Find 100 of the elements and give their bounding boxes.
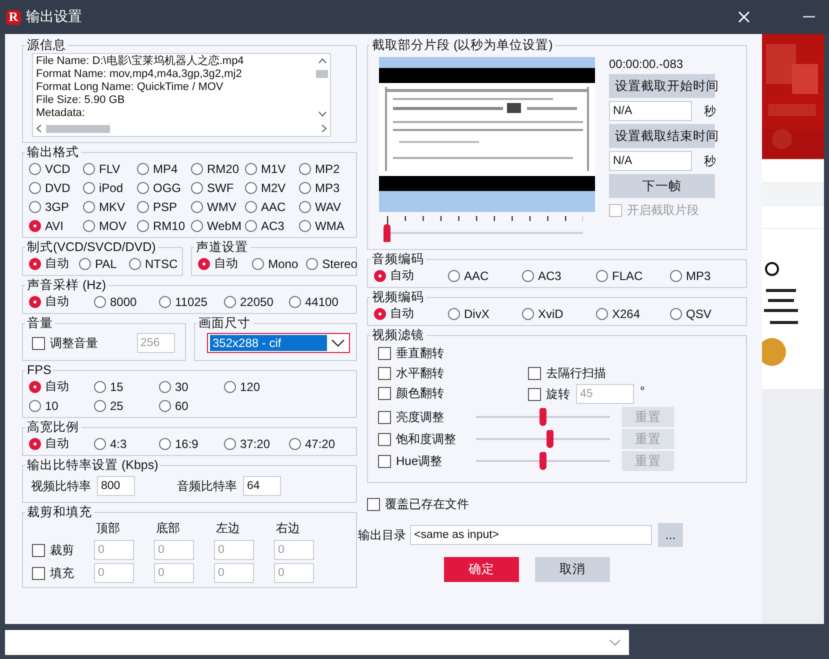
end-time-field[interactable]: N/A: [609, 151, 692, 171]
next-frame-button[interactable]: 下一帧: [609, 174, 715, 198]
scroll-thumb[interactable]: [316, 70, 328, 78]
radio-option[interactable]: RM10: [137, 217, 191, 234]
group-title: 裁剪和填充: [26, 505, 93, 519]
radio-option[interactable]: DVD: [29, 179, 83, 196]
info-line: Format Name: mov,mp4,m4a,3gp,3g2,mj2: [36, 68, 243, 81]
radio-option[interactable]: M2V: [245, 179, 299, 196]
radio-option[interactable]: OGG: [137, 179, 191, 196]
radio-option[interactable]: QSV: [670, 305, 744, 322]
radio-option[interactable]: 47:20: [289, 435, 354, 452]
radio-option[interactable]: WAV: [299, 198, 353, 215]
radio-option[interactable]: 自动: [374, 267, 448, 284]
dialog-button[interactable]: 确定: [444, 557, 519, 582]
radio-option[interactable]: 16:9: [159, 435, 224, 452]
radio-option[interactable]: 44100: [289, 293, 354, 310]
radio-option[interactable]: 自动: [29, 293, 94, 310]
scroll-right-icon[interactable]: [321, 124, 327, 133]
radio-option[interactable]: FLV: [83, 160, 137, 177]
radio-option[interactable]: 自动: [198, 255, 252, 272]
radio-option[interactable]: MP3: [670, 267, 744, 284]
checkbox-option[interactable]: 裁剪: [32, 541, 94, 559]
radio-option[interactable]: Mono: [252, 255, 306, 272]
radio-option[interactable]: 10: [29, 397, 94, 414]
radio-option[interactable]: MP2: [299, 160, 353, 177]
set-start-button[interactable]: 设置截取开始时间: [609, 74, 715, 98]
browse-button[interactable]: ...: [658, 523, 683, 547]
page-field[interactable]: [5, 630, 629, 655]
radio-option[interactable]: PSP: [137, 198, 191, 215]
checkbox-option[interactable]: 颜色翻转: [378, 384, 528, 402]
radio-option[interactable]: AAC: [245, 198, 299, 215]
radio-option[interactable]: MKV: [83, 198, 137, 215]
group-title: 声音采样 (Hz): [26, 278, 108, 292]
group-title: 音量: [26, 316, 54, 330]
video-bitrate-field[interactable]: 800: [97, 476, 135, 496]
radio-option[interactable]: AAC: [448, 267, 522, 284]
radio-option[interactable]: AC3: [522, 267, 596, 284]
radio-option[interactable]: Stereo: [306, 255, 360, 272]
radio-option[interactable]: 120: [224, 378, 289, 395]
column-header: 左边: [215, 520, 241, 537]
info-line: Metadata:: [36, 107, 86, 120]
radio-option[interactable]: AC3: [245, 217, 299, 234]
checkbox-option[interactable]: 填充: [32, 564, 94, 582]
radio-option[interactable]: 8000: [94, 293, 159, 310]
group-title: 音频编码: [371, 252, 425, 266]
minimize-icon[interactable]: [803, 16, 815, 18]
radio-option[interactable]: X264: [596, 305, 670, 322]
radio-option[interactable]: 11025: [159, 293, 224, 310]
radio-option[interactable]: M1V: [245, 160, 299, 177]
radio-option[interactable]: SWF: [191, 179, 245, 196]
radio-option[interactable]: MP3: [299, 179, 353, 196]
radio-option[interactable]: iPod: [83, 179, 137, 196]
radio-option[interactable]: DivX: [448, 305, 522, 322]
set-end-button[interactable]: 设置截取结束时间: [609, 124, 715, 148]
radio-option[interactable]: 30: [159, 378, 224, 395]
scroll-thumb[interactable]: [46, 124, 110, 132]
start-time-field[interactable]: N/A: [609, 101, 692, 121]
checkbox-option[interactable]: 旋转: [528, 385, 570, 403]
radio-option[interactable]: MP4: [137, 160, 191, 177]
radio-option[interactable]: XviD: [522, 305, 596, 322]
radio-option[interactable]: 25: [94, 397, 159, 414]
radio-option[interactable]: PAL: [79, 255, 129, 272]
scroll-up-icon[interactable]: [318, 58, 326, 64]
radio-option[interactable]: 15: [94, 378, 159, 395]
radio-option[interactable]: 自动: [29, 435, 94, 452]
checkbox-option[interactable]: 覆盖已存在文件: [367, 495, 747, 513]
radio-option[interactable]: 3GP: [29, 198, 83, 215]
output-directory-field[interactable]: <same as input>: [410, 525, 652, 545]
radio-option[interactable]: NTSC: [129, 255, 179, 272]
radio-option[interactable]: RM20: [191, 160, 245, 177]
dialog-button[interactable]: 取消: [535, 557, 610, 582]
radio-option[interactable]: 37:20: [224, 435, 289, 452]
audio-bitrate-field[interactable]: 64: [243, 476, 281, 496]
radio-option[interactable]: 自动: [374, 305, 448, 322]
radio-option[interactable]: 自动: [29, 378, 94, 395]
radio-option[interactable]: MOV: [83, 217, 137, 234]
info-line: File Size: 5.90 GB: [36, 94, 126, 107]
radio-option[interactable]: 60: [159, 397, 224, 414]
scroll-left-icon[interactable]: [36, 124, 42, 133]
radio-option[interactable]: WMV: [191, 198, 245, 215]
close-icon[interactable]: [738, 11, 750, 23]
checkbox-option[interactable]: 去隔行扫描: [528, 364, 678, 382]
radio-option[interactable]: VCD: [29, 160, 83, 177]
group-title: 截取部分片段 (以秒为单位设置): [371, 38, 554, 52]
slider-thumb[interactable]: [384, 224, 390, 242]
time-display: 00:00:00.-083: [609, 57, 684, 71]
column-header: 底部: [155, 520, 181, 537]
checkbox-option[interactable]: 水平翻转: [378, 364, 528, 382]
radio-option[interactable]: 22050: [224, 293, 289, 310]
scroll-down-icon[interactable]: [318, 111, 326, 117]
radio-option[interactable]: 4:3: [94, 435, 159, 452]
checkbox-option[interactable]: 垂直翻转: [378, 344, 528, 362]
frame-size-dropdown[interactable]: 352x288 - cif: [206, 333, 350, 353]
radio-option[interactable]: 自动: [29, 255, 79, 272]
radio-option[interactable]: FLAC: [596, 267, 670, 284]
radio-option[interactable]: AVI: [29, 217, 83, 234]
radio-option[interactable]: WebM: [191, 217, 245, 234]
degree-label: °: [640, 384, 645, 398]
checkbox-option[interactable]: 调整音量: [32, 334, 98, 352]
radio-option[interactable]: WMA: [299, 217, 353, 234]
